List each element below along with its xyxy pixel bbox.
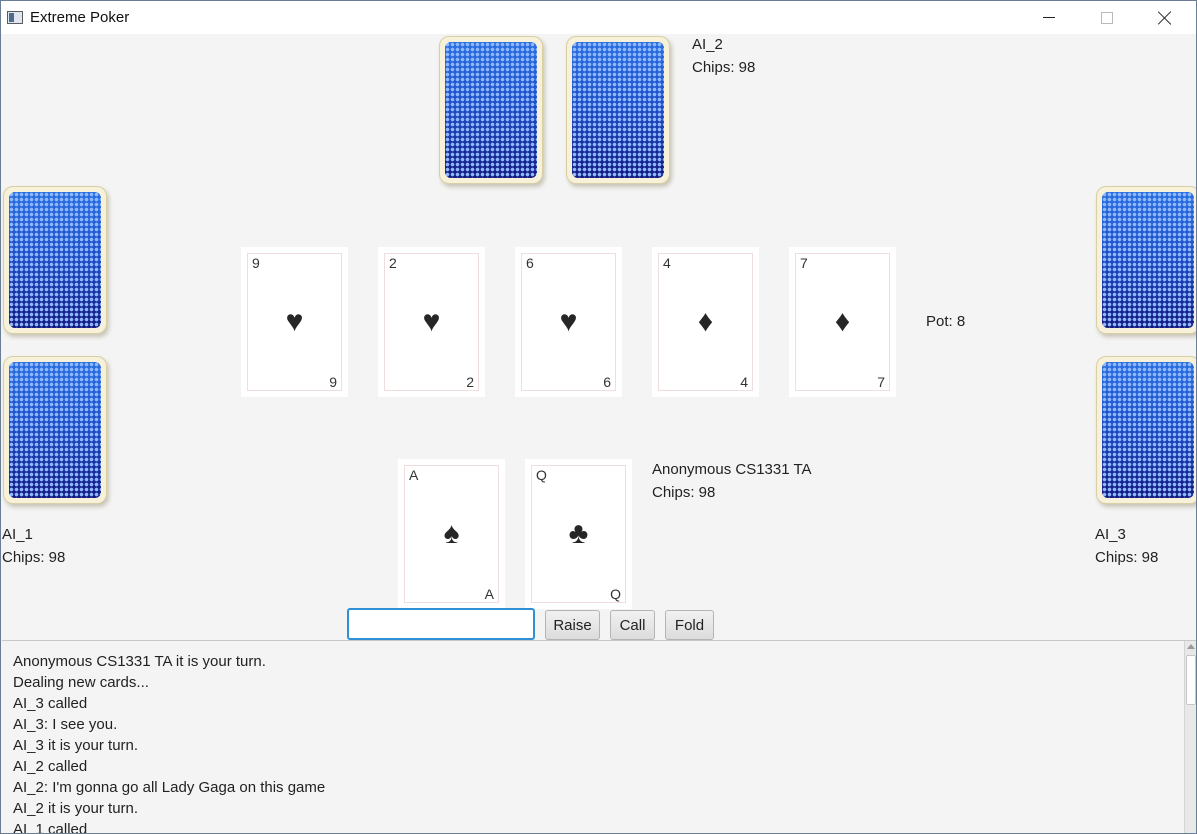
community-card-3: 6 ♥ 6 <box>515 247 622 397</box>
card-rank: A <box>409 467 419 483</box>
minimize-button[interactable] <box>1020 1 1078 34</box>
window-title: Extreme Poker <box>30 9 130 26</box>
log-line: Anonymous CS1331 TA it is your turn. <box>13 653 266 670</box>
log-line: AI_2: I'm gonna go all Lady Gaga on this… <box>13 779 326 796</box>
card-rank: Q <box>536 467 547 483</box>
ai2-chips: Chips: 98 <box>692 59 756 76</box>
card-rank: 7 <box>877 374 885 390</box>
diamond-icon: ♦ <box>834 305 851 338</box>
log-scrollbar[interactable] <box>1184 641 1196 833</box>
card-rank: Q <box>610 586 621 602</box>
ai1-name: AI_1 <box>2 526 33 543</box>
card-back-pattern <box>1102 362 1194 498</box>
community-card-5: 7 ♦ 7 <box>789 247 896 397</box>
ai3-chips: Chips: 98 <box>1095 549 1159 566</box>
card-rank: 4 <box>740 374 748 390</box>
community-card-4: 4 ♦ 4 <box>652 247 759 397</box>
club-icon: ♣ <box>568 517 589 550</box>
log-line: AI_2 called <box>13 758 88 775</box>
heart-icon: ♥ <box>285 305 304 338</box>
hand-card-1: A ♠ A <box>398 459 505 609</box>
ai3-card-back-2 <box>1096 356 1196 504</box>
game-log[interactable]: Anonymous CS1331 TA it is your turn. Dea… <box>2 640 1196 834</box>
ai2-card-back-2 <box>566 36 670 184</box>
log-line: AI_3 it is your turn. <box>13 737 139 754</box>
card-rank: A <box>484 586 494 602</box>
ai2-card-back-1 <box>439 36 543 184</box>
ai1-chips: Chips: 98 <box>2 549 66 566</box>
card-back-pattern <box>572 42 664 178</box>
title-bar: Extreme Poker <box>1 1 1196 34</box>
close-icon <box>1158 11 1172 25</box>
ai3-card-back-1 <box>1096 186 1196 334</box>
log-line: AI_3: I see you. <box>13 716 118 733</box>
log-line: AI_2 it is your turn. <box>13 800 139 817</box>
ai2-name: AI_2 <box>692 36 723 53</box>
minimize-icon <box>1043 17 1055 18</box>
card-back-pattern <box>9 192 101 328</box>
ai3-name: AI_3 <box>1095 526 1126 543</box>
bet-amount-input[interactable] <box>347 608 535 640</box>
game-log-lines: Anonymous CS1331 TA it is your turn. Dea… <box>13 651 326 834</box>
card-rank: 6 <box>603 374 611 390</box>
log-scrollbar-thumb[interactable] <box>1186 655 1196 705</box>
card-rank: 2 <box>389 255 397 271</box>
community-card-1: 9 ♥ 9 <box>241 247 348 397</box>
human-player-chips: Chips: 98 <box>652 484 716 501</box>
ai2-label: AI_2 Chips: 98 <box>692 33 755 79</box>
heart-icon: ♥ <box>422 305 441 338</box>
card-rank: 6 <box>526 255 534 271</box>
scroll-up-arrow-icon[interactable] <box>1187 644 1195 649</box>
log-line: AI_1 called <box>13 821 88 834</box>
ai1-label: AI_1 Chips: 98 <box>2 523 65 569</box>
log-line: AI_3 called <box>13 695 88 712</box>
card-rank: 9 <box>252 255 260 271</box>
close-button[interactable] <box>1136 1 1194 34</box>
call-button[interactable]: Call <box>610 610 655 640</box>
community-card-2: 2 ♥ 2 <box>378 247 485 397</box>
card-rank: 9 <box>329 374 337 390</box>
heart-icon: ♥ <box>559 305 578 338</box>
card-back-pattern <box>1102 192 1194 328</box>
raise-button[interactable]: Raise <box>545 610 600 640</box>
diamond-icon: ♦ <box>697 305 714 338</box>
log-line: Dealing new cards... <box>13 674 149 691</box>
maximize-button[interactable] <box>1078 1 1136 34</box>
ai3-label: AI_3 Chips: 98 <box>1095 523 1158 569</box>
spade-icon: ♠ <box>443 517 460 550</box>
ai1-card-back-2 <box>3 356 107 504</box>
pot-label: Pot: 8 <box>926 313 966 330</box>
poker-window: Extreme Poker AI_2 Chips: 98 AI_1 Chips:… <box>0 0 1197 834</box>
card-rank: 2 <box>466 374 474 390</box>
card-rank: 4 <box>663 255 671 271</box>
card-back-pattern <box>9 362 101 498</box>
card-rank: 7 <box>800 255 808 271</box>
app-window-icon <box>7 11 23 24</box>
human-player-name: Anonymous CS1331 TA <box>652 461 812 478</box>
human-player-label: Anonymous CS1331 TA Chips: 98 <box>652 458 812 504</box>
maximize-icon <box>1101 11 1113 24</box>
fold-button[interactable]: Fold <box>665 610 714 640</box>
ai1-card-back-1 <box>3 186 107 334</box>
hand-card-2: Q ♣ Q <box>525 459 632 609</box>
card-back-pattern <box>445 42 537 178</box>
